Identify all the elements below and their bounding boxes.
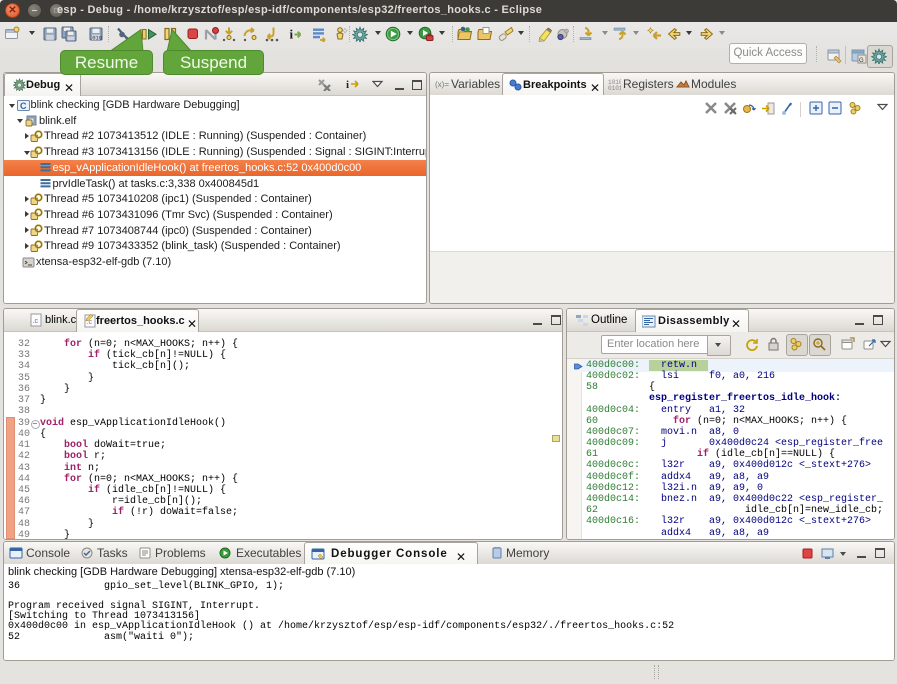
svg-text:G: G: [859, 58, 864, 64]
svg-text:.c: .c: [33, 318, 39, 325]
svg-text:i: i: [346, 79, 349, 91]
svg-text:0101: 0101: [608, 85, 621, 91]
svg-text:(x)=: (x)=: [435, 80, 449, 89]
svg-text:C: C: [20, 101, 27, 111]
